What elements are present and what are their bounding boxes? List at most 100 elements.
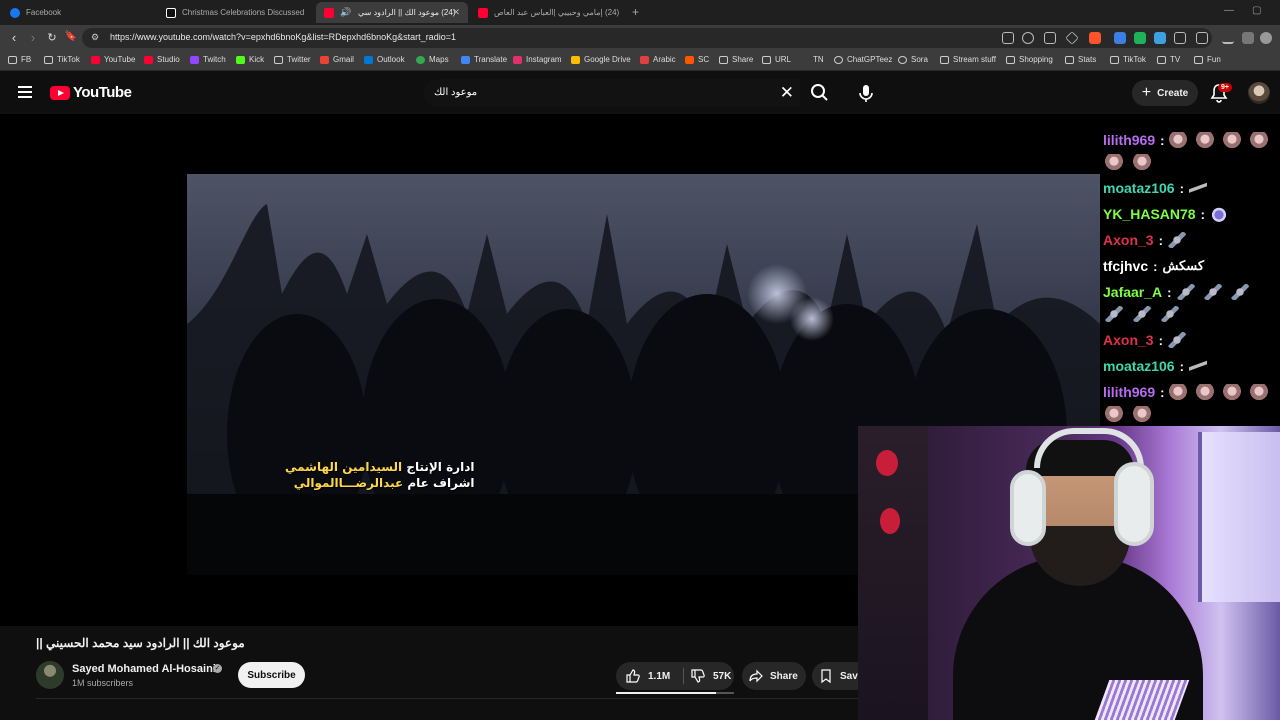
face-emote-icon [1169, 384, 1188, 400]
url-text[interactable]: https://www.youtube.com/watch?v=epxhd6bn… [110, 32, 456, 42]
channel-name[interactable]: Sayed Mohamed Al-Hosaini [72, 663, 216, 675]
folder-icon [1110, 55, 1119, 64]
bookmark-arabic[interactable]: Arabic [640, 55, 676, 64]
media-icon[interactable] [1242, 32, 1254, 44]
bookmark-stats[interactable]: Stats [1065, 55, 1096, 64]
bookmark-label: TV [1170, 55, 1181, 64]
bookmark-fun[interactable]: Fun [1194, 55, 1221, 64]
search-input[interactable]: موعود الك ✕ [424, 79, 800, 107]
bookmark-label: FB [21, 55, 32, 64]
bookmark-tiktok-2[interactable]: TikTok [1110, 55, 1146, 64]
bookmark-label: YouTube [104, 55, 136, 64]
face-emote-icon [1250, 384, 1269, 400]
chat-separator: : [1153, 258, 1158, 274]
bookmark-label: Stream stuff [953, 55, 996, 64]
chat-username[interactable]: Axon_3 [1103, 332, 1154, 348]
microphone-icon[interactable] [852, 80, 880, 108]
account-avatar[interactable] [1248, 82, 1270, 104]
search-query[interactable]: موعود الك [434, 87, 477, 98]
chat-username[interactable]: moataz106 [1103, 358, 1175, 374]
bookmark-fb[interactable]: FB [8, 55, 31, 64]
close-tab-icon[interactable]: ✕ [452, 7, 460, 18]
bookmark-twitch[interactable]: Twitch [190, 55, 226, 64]
bookmark-twitter[interactable]: Twitter [274, 55, 311, 64]
extension-icon[interactable] [1114, 32, 1126, 44]
channel-avatar[interactable] [36, 661, 64, 689]
reload-icon[interactable]: ↻ [44, 31, 60, 44]
bookmark-google-drive[interactable]: Google Drive [571, 55, 631, 64]
like-dislike-group: 1.1M 57K [616, 662, 734, 690]
bookmark-sora[interactable]: Sora [898, 55, 928, 64]
bookmark-tn[interactable]: TN [813, 55, 824, 64]
bookmark-tiktok[interactable]: TikTok [44, 55, 80, 64]
chat-username[interactable]: Jafaar_A [1103, 284, 1162, 300]
dislike-button[interactable]: 57K [684, 662, 734, 690]
share-icon[interactable] [1044, 32, 1056, 44]
tab-facebook[interactable]: Facebook [2, 2, 160, 23]
minimize-icon[interactable]: — [1224, 5, 1234, 16]
bookmark-stream-stuff[interactable]: Stream stuff [940, 55, 996, 64]
gun-emote-icon [1188, 358, 1207, 374]
bookmark-sc[interactable]: SC [685, 55, 709, 64]
browser-tab-strip: Facebook Christmas Celebrations Discusse… [0, 0, 1280, 25]
zoom-icon[interactable] [1022, 32, 1034, 44]
new-tab-button[interactable]: + [632, 5, 639, 19]
maps-pin-icon [416, 55, 425, 64]
credits-line-2: اشراف عام عبدالرضـــاالموالي [285, 475, 475, 491]
chat-username[interactable]: lilith969 [1103, 132, 1155, 148]
bookmark-label: Fun [1207, 55, 1221, 64]
omnibox[interactable]: ⚙ https://www.youtube.com/watch?v=epxhd6… [82, 28, 1212, 48]
chat-username[interactable]: YK_HASAN78 [1103, 206, 1196, 222]
rocket-emote-icon [1161, 306, 1179, 322]
like-button[interactable]: 1.1M [616, 662, 683, 690]
x-icon [274, 55, 283, 64]
bookmark-instagram[interactable]: Instagram [513, 55, 562, 64]
bookmark-outlook[interactable]: Outlook [364, 55, 405, 64]
bookmark-icon[interactable]: 🔖 [63, 31, 79, 42]
share-button[interactable]: Share [742, 662, 806, 690]
chat-username[interactable]: lilith969 [1103, 384, 1155, 400]
bookmark-youtube[interactable]: YouTube [91, 55, 135, 64]
tab-christmas[interactable]: Christmas Celebrations Discussed in [158, 2, 314, 23]
chat-message: moataz106: [1103, 358, 1216, 374]
screen-icon[interactable] [1002, 32, 1014, 44]
subscribe-button[interactable]: Subscribe [238, 662, 305, 688]
youtube-logo[interactable]: YouTube [50, 84, 132, 101]
bookmark-kick[interactable]: Kick [236, 55, 264, 64]
chat-message: lilith969: [1103, 384, 1277, 422]
chat-username[interactable]: moataz106 [1103, 180, 1175, 196]
extension-icon[interactable] [1154, 32, 1166, 44]
bookmark-maps[interactable]: Maps [416, 55, 449, 64]
bookmark-chatgpteez[interactable]: ChatGPTeez [834, 55, 892, 64]
create-button[interactable]: + Create [1132, 80, 1198, 106]
maximize-icon[interactable]: ▢ [1252, 5, 1261, 16]
back-icon[interactable]: ‹ [6, 30, 22, 45]
bookmark-tv[interactable]: TV [1157, 55, 1180, 64]
chat-username[interactable]: tfcjhvc [1103, 258, 1148, 274]
bookmark-url[interactable]: URL [762, 55, 791, 64]
face-emote-icon [1169, 132, 1188, 148]
bookmark-studio[interactable]: Studio [144, 55, 180, 64]
chat-username[interactable]: Axon_3 [1103, 232, 1154, 248]
tab-title: Facebook [26, 8, 62, 17]
sidebar-icon[interactable] [1196, 32, 1208, 44]
profile-icon[interactable] [1260, 32, 1272, 44]
menu-icon[interactable] [18, 86, 32, 98]
chat-message: moataz106: [1103, 180, 1216, 196]
thumbs-up-icon [626, 669, 640, 683]
brave-icon[interactable] [1089, 32, 1101, 44]
bookmark-shopping[interactable]: Shopping [1006, 55, 1053, 64]
clear-search-icon[interactable]: ✕ [780, 83, 794, 103]
bookmark-label: Sora [911, 55, 928, 64]
search-icon[interactable] [804, 79, 836, 107]
extension-icon[interactable] [1134, 32, 1146, 44]
puzzle-icon[interactable] [1174, 32, 1186, 44]
download-icon[interactable] [1222, 32, 1234, 44]
tab-youtube-current[interactable]: 🔊 (24) موعود الك || الرادود سي ✕ [316, 2, 468, 23]
bookmark-share[interactable]: Share [719, 55, 753, 64]
site-info-icon[interactable]: ⚙ [91, 32, 99, 43]
tab-youtube-other[interactable]: (24) إمامي وحبيبي |العباس عبد العاص [470, 2, 628, 23]
bookmark-gmail[interactable]: Gmail [320, 55, 354, 64]
forward-icon[interactable]: › [25, 30, 41, 45]
bookmark-translate[interactable]: Translate [461, 55, 507, 64]
